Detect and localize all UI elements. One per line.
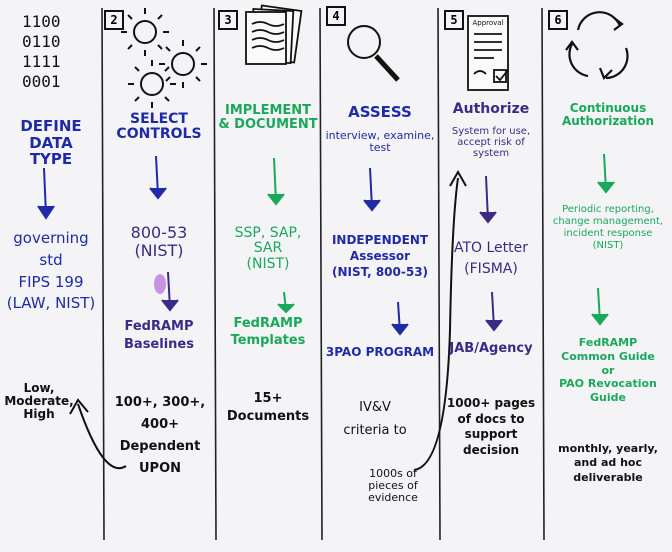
col6-bottom: monthly, yearly, and ad hoc deliverable [558, 442, 658, 484]
col5-bottom: 1000+ pages of docs to support decision [446, 396, 536, 457]
col5-doc-label: Approval [472, 19, 504, 27]
col3-middle: SSP, SAP, SAR (NIST) [234, 225, 302, 272]
highlight-mark [154, 274, 166, 294]
step-number-4: 4 [326, 6, 346, 26]
cycle-icon [565, 11, 629, 80]
col1-bottom: Low, Moderate, High [4, 381, 74, 422]
step-number-5: 5 [444, 10, 464, 30]
gear-icon [159, 40, 207, 88]
sun-icon [121, 8, 169, 56]
col4-middle2: 3PAO PROGRAM [325, 345, 435, 359]
col2-title: SELECT CONTROLS [116, 111, 202, 143]
step-number-6: 6 [548, 10, 568, 30]
col4-middle: INDEPENDENT Assessor (NIST, 800-53) [331, 233, 429, 280]
col6-title: Continuous Authorization [561, 101, 655, 129]
documents-icon [245, 4, 303, 65]
binary-digits: 1100 0110 1111 0001 [22, 12, 61, 91]
sun-icon-small [128, 60, 176, 108]
col5-middle: ATO Letter (FISMA) [453, 240, 529, 277]
col2-middle2: FedRAMP Baselines [124, 319, 194, 353]
col1-middle: governing std FIPS 199 (LAW, NIST) [6, 229, 96, 313]
col3-bottom: 15+ Documents [226, 391, 310, 425]
magnifier-icon [347, 25, 400, 82]
col4-subtitle: interview, examine, test [325, 129, 435, 155]
col4-bottom: IV&V criteria to [343, 400, 407, 439]
col5-subtitle: System for use, accept risk of system [451, 126, 531, 159]
col5-title: Authorize [452, 101, 530, 117]
col1-title: DEFINE DATA TYPE [20, 117, 82, 168]
whiteboard-diagram: 2 3 4 5 6 1100 0110 1111 0001 DEFINE DAT… [0, 0, 672, 552]
step-number-2: 2 [104, 10, 124, 30]
col2-bottom: 100+, 300+, 400+ Dependent UPON [114, 395, 206, 477]
col4-bottom2: 1000s of pieces of evidence [368, 467, 418, 505]
col2-middle: 800-53 (NIST) [130, 223, 188, 260]
col4-title: ASSESS [348, 103, 412, 121]
col5-middle2: JAB/Agency [449, 341, 533, 356]
step-number-3: 3 [218, 10, 238, 30]
col3-title: IMPLEMENT & DOCUMENT [218, 103, 318, 133]
col3-middle2: FedRAMP Templates [230, 316, 306, 348]
col6-middle2: FedRAMP Common Guide or PAO Revocation G… [559, 336, 657, 404]
col6-middle: Periodic reporting, change management, i… [552, 204, 664, 251]
